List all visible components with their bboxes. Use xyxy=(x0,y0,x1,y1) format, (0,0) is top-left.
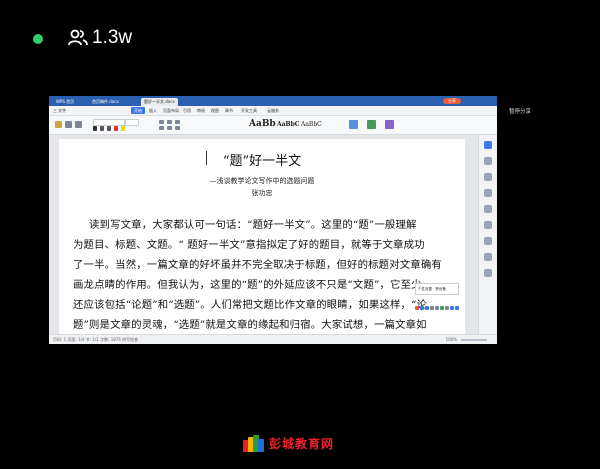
document-title: “题”好一半文 xyxy=(222,154,302,169)
mini-tool-icon[interactable] xyxy=(425,306,429,310)
rail-icon[interactable] xyxy=(484,269,492,277)
menu-page-layout[interactable]: 页面布局 xyxy=(163,107,179,114)
mini-tool-icon[interactable] xyxy=(415,306,419,310)
rail-icon[interactable] xyxy=(484,205,492,213)
underline-icon[interactable] xyxy=(107,126,111,131)
tab-doc-1[interactable]: 首页稿件.docx xyxy=(89,98,122,106)
rail-icon[interactable] xyxy=(484,189,492,197)
mini-tool-icon[interactable] xyxy=(435,306,439,310)
bullets-icon[interactable] xyxy=(159,120,164,124)
body-line-5: 还应该包括“论题”和“选题”。人们常把文题比作文章的眼睛，如果这样，“论 xyxy=(73,299,428,311)
mini-tool-icon[interactable] xyxy=(440,306,444,310)
tab-wps-home[interactable]: WPS 首页 xyxy=(53,98,77,106)
align-center-icon[interactable] xyxy=(167,126,172,130)
tab-doc-active[interactable]: 题好一半文.docx xyxy=(141,98,178,106)
watermark-logo: 彭城教育网 xyxy=(243,434,334,452)
menu-file[interactable]: 三 文件 xyxy=(53,107,66,114)
tab-bar: WPS 首页 首页稿件.docx 题好一半文.docx 分享 xyxy=(49,96,497,106)
viewer-count-group: 1.3w xyxy=(68,27,132,49)
menu-review[interactable]: 审阅 xyxy=(197,107,205,114)
watermark-text: 彭城教育网 xyxy=(269,436,335,451)
zoom-level[interactable]: 100% xyxy=(446,335,457,344)
paste-icon[interactable] xyxy=(55,121,62,128)
font-color-icon[interactable] xyxy=(114,126,118,131)
live-status-dot xyxy=(33,34,43,44)
rail-icon[interactable] xyxy=(484,157,492,165)
mini-tool-icon[interactable] xyxy=(430,306,434,310)
document-area: “题”好一半文 —浅谈教学论文写作中的选题问题 张功忠 读到写文章，大家都认可一… xyxy=(49,135,479,339)
style-normal[interactable]: AaBb xyxy=(249,119,276,129)
text-tools-icon[interactable] xyxy=(349,120,358,129)
right-side-panel xyxy=(478,135,497,334)
cut-icon[interactable] xyxy=(65,121,72,128)
align-left-icon[interactable] xyxy=(159,126,164,130)
italic-icon[interactable] xyxy=(100,126,104,131)
rail-icon[interactable] xyxy=(484,237,492,245)
body-line-3: 了一半。当然，一篇文章的好坏虽并不完全取决于标题，但好的标题对文章确有 xyxy=(73,259,442,271)
menu-insert[interactable]: 插入 xyxy=(149,107,157,114)
find-replace-icon[interactable] xyxy=(367,120,376,129)
books-icon xyxy=(243,434,265,452)
menu-dev-tools[interactable]: 开发工具 xyxy=(241,107,257,114)
style-heading-1[interactable]: AaBbC xyxy=(277,121,300,128)
menu-chapter[interactable]: 章节 xyxy=(225,107,233,114)
align-right-icon[interactable] xyxy=(175,126,180,130)
bold-icon[interactable] xyxy=(93,126,97,131)
copy-icon[interactable] xyxy=(75,121,82,128)
zoom-slider[interactable] xyxy=(461,339,487,341)
highlight-icon[interactable] xyxy=(121,126,125,131)
status-info: 页码: 1 页面: 1/4 节: 1/1 字数: 1876 拼写检查 xyxy=(53,337,139,342)
rail-icon[interactable] xyxy=(484,253,492,261)
ribbon-toolbar: AaBb AaBbC AaBbC xyxy=(49,116,497,135)
body-line-2: 为题目、标题、文题。“ 题好一半文”意指拟定了好的题目，就等于文章成功 xyxy=(73,239,425,251)
document-subtitle: —浅谈教学论文写作中的选题问题 xyxy=(209,177,315,185)
body-line-1: 读到写文章，大家都认可一句话：“题好一半文”。这里的“题”一般理解 xyxy=(89,219,417,231)
select-icon[interactable] xyxy=(385,120,394,129)
rail-icon[interactable] xyxy=(484,141,492,149)
personalization-popup[interactable]: 个性设置 · 跨设备 xyxy=(415,283,459,295)
menu-references[interactable]: 引用 xyxy=(183,107,191,114)
viewers-icon xyxy=(68,29,88,46)
rail-icon[interactable] xyxy=(484,221,492,229)
floating-mini-toolbar xyxy=(415,295,475,310)
body-line-6: 题”则是文章的灵魂，“选题”就是文章的缘起和归宿。大家试想，一篇文章如 xyxy=(73,319,427,331)
menu-bar: 三 文件 开始 插入 页面布局 引用 审阅 视图 章节 开发工具 云服务 xyxy=(49,106,497,116)
document-page[interactable]: “题”好一半文 —浅谈教学论文写作中的选题问题 张功忠 读到写文章，大家都认可一… xyxy=(59,139,465,339)
menu-view[interactable]: 视图 xyxy=(211,107,219,114)
status-bar: 页码: 1 页面: 1/4 节: 1/1 字数: 1876 拼写检查 100% xyxy=(49,334,497,344)
mini-tool-icon[interactable] xyxy=(450,306,454,310)
document-author: 张功忠 xyxy=(251,189,273,197)
body-line-4: 画龙点睛的作用。但我认为，这里的“题”的外延应该不只是“文题”，它至少 xyxy=(73,279,422,291)
style-heading-2[interactable]: AaBbC xyxy=(301,121,322,128)
mini-tool-icon[interactable] xyxy=(420,306,424,310)
viewer-count: 1.3w xyxy=(92,27,133,48)
rail-icon[interactable] xyxy=(484,173,492,181)
indent-icon[interactable] xyxy=(175,120,180,124)
mini-tool-icon[interactable] xyxy=(445,306,449,310)
shared-screen: WPS 首页 首页稿件.docx 题好一半文.docx 分享 三 文件 开始 插… xyxy=(49,96,497,344)
pause-share-label[interactable]: 暂停分享 xyxy=(509,107,531,115)
numbering-icon[interactable] xyxy=(167,120,172,124)
mini-tool-icon[interactable] xyxy=(455,306,459,310)
font-name-select[interactable] xyxy=(93,119,125,126)
menu-cloud[interactable]: 云服务 xyxy=(267,107,279,114)
share-button[interactable]: 分享 xyxy=(443,98,461,104)
menu-home[interactable]: 开始 xyxy=(131,107,145,114)
font-size-select[interactable] xyxy=(125,119,139,126)
